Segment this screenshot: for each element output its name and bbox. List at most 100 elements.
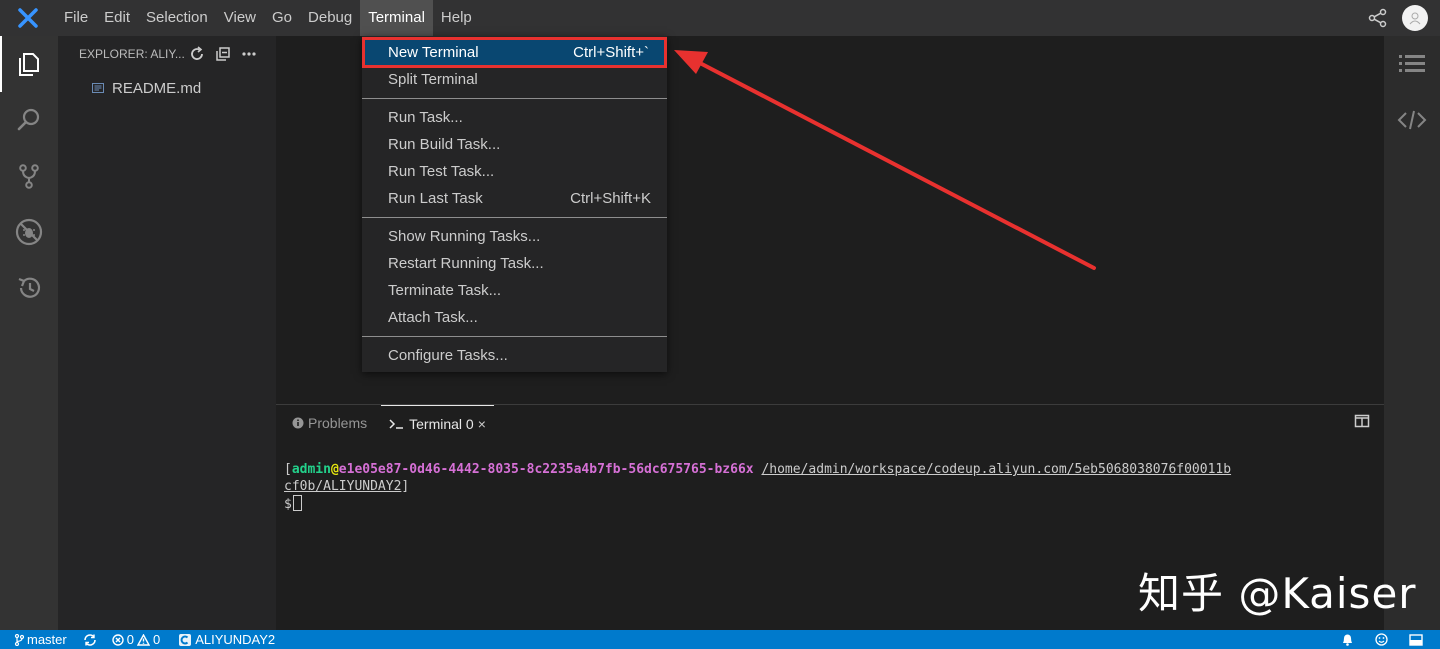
close-icon[interactable]: × xyxy=(478,416,486,432)
branch-status[interactable]: master xyxy=(0,630,73,649)
warning-icon xyxy=(136,633,150,646)
menu-edit[interactable]: Edit xyxy=(96,0,138,36)
terminal-line: cf0b/ALIYUNDAY2] xyxy=(284,479,410,494)
tab-problems-label: Problems xyxy=(308,415,368,431)
panel-tabs: Problems Terminal 0 × xyxy=(276,405,1384,441)
menu-item-new-terminal[interactable]: New Terminal Ctrl+Shift+` xyxy=(362,37,667,68)
history-icon[interactable] xyxy=(0,260,58,316)
right-bar xyxy=(1384,36,1440,630)
project-status[interactable]: ALIYUNDAY2 xyxy=(166,630,281,649)
files-icon[interactable] xyxy=(0,36,58,92)
menu-separator xyxy=(362,217,667,218)
menu-view[interactable]: View xyxy=(216,0,264,36)
menu-item-shortcut: Ctrl+Shift+` xyxy=(573,44,649,61)
avatar[interactable] xyxy=(1402,5,1428,31)
explorer-title: EXPLORER: ALIY... xyxy=(79,47,184,61)
watermark: 知乎 @Kaiser xyxy=(1138,569,1417,618)
terminal-menu-dropdown: New Terminal Ctrl+Shift+` Split Terminal Ru… xyxy=(362,36,667,372)
menu-item-run-task[interactable]: Run Task... xyxy=(362,104,667,131)
terminal-at: @ xyxy=(330,462,339,477)
menu-item-run-last-task[interactable]: Run Last Task Ctrl+Shift+K xyxy=(362,185,667,212)
menu-item-shortcut: Ctrl+Shift+K xyxy=(570,190,651,207)
menu-terminal[interactable]: Terminal xyxy=(360,0,433,36)
menu-bar: File Edit Selection View Go Debug Terminal Help xyxy=(0,0,1440,36)
debug-icon[interactable] xyxy=(0,204,58,260)
menu-item-configure-tasks[interactable]: Configure Tasks... xyxy=(362,342,667,369)
notifications-icon[interactable] xyxy=(1335,630,1363,649)
status-bar: master 0 0 ALIYUNDAY2 xyxy=(0,630,1440,649)
terminal-output[interactable]: [admin@e1e05e87-0d46-4442-8035-8c2235a4b… xyxy=(276,441,1384,513)
terminal-path-1[interactable]: /home/admin/workspace/codeup.aliyun.com/… xyxy=(761,462,1231,477)
terminal-line: $ xyxy=(284,495,1376,513)
menu-item-label: New Terminal xyxy=(388,44,479,61)
menu-item-label: Run Test Task... xyxy=(388,163,495,180)
menu-item-label: Run Last Task xyxy=(388,190,483,207)
terminal-path-2[interactable]: cf0b/ALIYUNDAY2 xyxy=(284,479,401,494)
menu-debug[interactable]: Debug xyxy=(300,0,360,36)
tab-terminal[interactable]: Terminal 0 × xyxy=(381,405,494,441)
branch-name: master xyxy=(27,632,67,647)
sync-icon[interactable] xyxy=(73,630,106,649)
more-actions-icon[interactable] xyxy=(236,42,262,66)
menu-file[interactable]: File xyxy=(56,0,96,36)
terminal-host: e1e05e87-0d46-4442-8035-8c2235a4b7fb-56d… xyxy=(338,462,754,477)
problems-status[interactable]: 0 0 xyxy=(106,630,166,649)
markdown-file-icon xyxy=(92,82,106,94)
annotation-arrow xyxy=(674,50,1096,270)
menu-item-label: Show Running Tasks... xyxy=(388,228,541,245)
explorer-actions xyxy=(184,42,262,66)
terminal-icon xyxy=(389,418,405,430)
file-name: README.md xyxy=(112,79,202,97)
menu-item-split-terminal[interactable]: Split Terminal xyxy=(362,66,667,93)
status-right xyxy=(1335,630,1440,649)
share-icon[interactable] xyxy=(1358,0,1398,36)
source-control-icon[interactable] xyxy=(0,148,58,204)
menu-item-show-running-tasks[interactable]: Show Running Tasks... xyxy=(362,223,667,250)
info-icon xyxy=(292,417,304,429)
error-count: 0 xyxy=(126,632,134,647)
menu-item-label: Attach Task... xyxy=(388,309,478,326)
menu-items: File Edit Selection View Go Debug Terminal Help xyxy=(56,0,480,36)
branch-icon xyxy=(14,633,24,646)
refresh-icon[interactable] xyxy=(184,42,210,66)
menu-item-label: Terminate Task... xyxy=(388,282,502,299)
terminal-user: admin xyxy=(291,462,331,477)
menu-separator xyxy=(362,98,667,99)
explorer-header: EXPLORER: ALIY... xyxy=(58,36,276,72)
explorer-sidebar: EXPLORER: ALIY... README.md xyxy=(58,36,276,630)
tab-problems[interactable]: Problems xyxy=(284,405,375,441)
tab-terminal-label: Terminal 0 xyxy=(409,415,474,432)
menu-item-label: Configure Tasks... xyxy=(388,347,508,364)
project-icon xyxy=(179,633,192,646)
code-icon[interactable] xyxy=(1384,92,1440,148)
app-logo-icon[interactable] xyxy=(0,0,56,36)
menu-item-run-test-task[interactable]: Run Test Task... xyxy=(362,158,667,185)
activity-bar xyxy=(0,36,58,630)
file-readme[interactable]: README.md xyxy=(58,74,276,102)
split-panel-icon[interactable] xyxy=(1354,413,1370,434)
error-icon xyxy=(112,633,124,646)
outline-list-icon[interactable] xyxy=(1384,36,1440,92)
menubar-right xyxy=(1358,0,1440,36)
collapse-all-icon[interactable] xyxy=(210,42,236,66)
menu-item-terminate-task[interactable]: Terminate Task... xyxy=(362,277,667,304)
menu-item-run-build-task[interactable]: Run Build Task... xyxy=(362,131,667,158)
menu-selection[interactable]: Selection xyxy=(138,0,216,36)
menu-item-label: Run Task... xyxy=(388,109,463,126)
menu-item-label: Run Build Task... xyxy=(388,136,501,153)
menu-go[interactable]: Go xyxy=(264,0,300,36)
project-name: ALIYUNDAY2 xyxy=(195,632,276,647)
menu-item-label: Restart Running Task... xyxy=(388,255,544,272)
menu-separator xyxy=(362,336,667,337)
search-icon[interactable] xyxy=(0,92,58,148)
menu-help[interactable]: Help xyxy=(433,0,480,36)
warning-count: 0 xyxy=(152,632,161,647)
menu-item-attach-task[interactable]: Attach Task... xyxy=(362,304,667,331)
panel-toggle-icon[interactable] xyxy=(1397,630,1440,649)
terminal-line: [admin@e1e05e87-0d46-4442-8035-8c2235a4b… xyxy=(284,462,1232,477)
menu-item-label: Split Terminal xyxy=(388,71,478,88)
terminal-prompt: $ xyxy=(284,497,292,512)
menu-item-restart-running-task[interactable]: Restart Running Task... xyxy=(362,250,667,277)
feedback-icon[interactable] xyxy=(1363,630,1397,649)
terminal-cursor xyxy=(292,495,302,511)
